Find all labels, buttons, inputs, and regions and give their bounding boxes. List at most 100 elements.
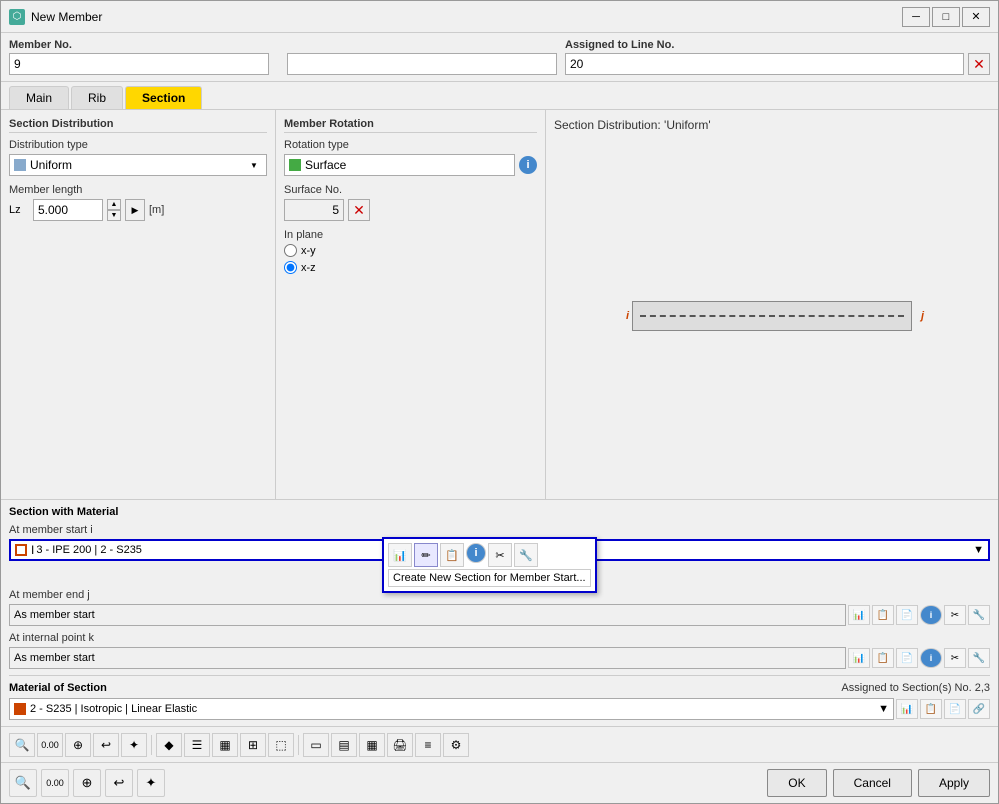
- lz-down-button[interactable]: ▼: [107, 210, 121, 221]
- window-controls: ─ □ ✕: [902, 7, 990, 27]
- toolbar-value-button[interactable]: 0.00: [37, 733, 63, 757]
- lz-row: Lz ▲ ▼ ▶ [m]: [9, 199, 267, 221]
- popup-cut-button[interactable]: ✂: [488, 543, 512, 567]
- apply-button[interactable]: Apply: [918, 769, 990, 797]
- surface-no-input[interactable]: [284, 199, 344, 221]
- mat-reassign-button[interactable]: 🔗: [968, 699, 990, 719]
- rotation-type-value: Surface: [305, 158, 346, 172]
- toolbar-star-button[interactable]: ✦: [121, 733, 147, 757]
- popup-settings-button[interactable]: 🔧: [514, 543, 538, 567]
- end-cut-button[interactable]: ✂: [944, 605, 966, 625]
- at-internal-toolbar: 📊 📋 📄 i ✂ 🔧: [848, 648, 990, 668]
- material-dropdown[interactable]: 2 - S235 | Isotropic | Linear Elastic ▼: [9, 698, 894, 720]
- action-value-button[interactable]: 0.00: [41, 769, 69, 797]
- lz-up-button[interactable]: ▲: [107, 199, 121, 210]
- radio-xz[interactable]: x-z: [284, 261, 537, 274]
- section-distribution-header: Section Distribution: [9, 118, 267, 133]
- at-start-input-group: I 3 - IPE 200 | 2 - S235 ▼ 📊 ✏ 📋 i ✂ 🔧: [9, 539, 990, 561]
- action-left-icons: 🔍 0.00 ⊕ ↩ ✦: [9, 769, 165, 797]
- toolbar-line-button[interactable]: ▭: [303, 733, 329, 757]
- toolbar-rect-button[interactable]: ⬚: [268, 733, 294, 757]
- bottom-toolbar: 🔍 0.00 ⊕ ↩ ✦ ◆ ☰ ▦ ⊞ ⬚ ▭ ▤ ▦ 🖨 ≡ ⚙: [1, 726, 998, 762]
- at-start-dropdown-arrow: ▼: [973, 544, 984, 556]
- main-content: Section Distribution Distribution type U…: [1, 110, 998, 499]
- int-cut-button[interactable]: ✂: [944, 648, 966, 668]
- at-internal-dropdown[interactable]: As member start: [9, 647, 846, 669]
- rotation-info-button[interactable]: i: [519, 156, 537, 174]
- toolbar-print-button[interactable]: 🖨: [387, 733, 413, 757]
- toolbar-undo-button[interactable]: ↩: [93, 733, 119, 757]
- maximize-button[interactable]: □: [932, 7, 960, 27]
- mat-copy-button[interactable]: 📋: [920, 699, 942, 719]
- lz-label: Lz: [9, 204, 29, 216]
- rotation-color-swatch: [289, 159, 301, 171]
- end-copy-button[interactable]: 📋: [872, 605, 894, 625]
- minimize-button[interactable]: ─: [902, 7, 930, 27]
- popup-copy-button[interactable]: 📋: [440, 543, 464, 567]
- window-title: New Member: [31, 10, 896, 24]
- toolbar-pattern-button[interactable]: ▦: [359, 733, 385, 757]
- tab-rib[interactable]: Rib: [71, 86, 123, 109]
- toolbar-menu-button[interactable]: ≡: [415, 733, 441, 757]
- toolbar-grid-button[interactable]: ▦: [212, 733, 238, 757]
- ok-button[interactable]: OK: [767, 769, 826, 797]
- tab-section[interactable]: Section: [125, 86, 202, 109]
- end-settings-button[interactable]: 🔧: [968, 605, 990, 625]
- assigned-line-label: Assigned to Line No.: [565, 39, 990, 51]
- radio-xy-input[interactable]: [284, 244, 297, 257]
- surface-no-group: Surface No. ✕: [284, 184, 537, 221]
- toolbar-list-button[interactable]: ☰: [184, 733, 210, 757]
- popup-section-table-button[interactable]: 📊: [388, 543, 412, 567]
- delete-line-button[interactable]: ✕: [968, 53, 990, 75]
- radio-xz-input[interactable]: [284, 261, 297, 274]
- left-panel: Section Distribution Distribution type U…: [1, 110, 276, 499]
- popup-new-section-button[interactable]: ✏: [414, 543, 438, 567]
- radio-xy[interactable]: x-y: [284, 244, 537, 257]
- lz-spinners: ▲ ▼: [107, 199, 121, 221]
- toolbar-diamond-button[interactable]: ◆: [156, 733, 182, 757]
- section-with-material: Section with Material At member start i …: [9, 506, 990, 669]
- lz-next-button[interactable]: ▶: [125, 199, 145, 221]
- toolbar-add-button[interactable]: ⊕: [65, 733, 91, 757]
- at-end-dropdown[interactable]: As member start: [9, 604, 846, 626]
- member-no-input[interactable]: [9, 53, 269, 75]
- int-table-button[interactable]: 📊: [848, 648, 870, 668]
- mat-table-button[interactable]: 📊: [896, 699, 918, 719]
- rotation-type-group: Rotation type Surface i: [284, 139, 537, 176]
- in-plane-group: In plane x-y x-z: [284, 229, 537, 274]
- int-info-button[interactable]: i: [920, 648, 942, 668]
- toolbar-table-button[interactable]: ▤: [331, 733, 357, 757]
- action-star-button[interactable]: ✦: [137, 769, 165, 797]
- tab-main[interactable]: Main: [9, 86, 69, 109]
- node-j-label: j: [921, 310, 924, 322]
- distribution-color-swatch: [14, 159, 26, 171]
- dropdown-inner: Uniform: [14, 158, 246, 172]
- int-settings-button[interactable]: 🔧: [968, 648, 990, 668]
- action-node-button[interactable]: ⊕: [73, 769, 101, 797]
- section-dist-diagram-label: Section Distribution: 'Uniform': [554, 118, 990, 132]
- toolbar-settings-button[interactable]: ⚙: [443, 733, 469, 757]
- toolbar-box-button[interactable]: ⊞: [240, 733, 266, 757]
- toolbar-zoom-button[interactable]: 🔍: [9, 733, 35, 757]
- dropdown-arrow-icon: ▼: [246, 157, 262, 173]
- end-table-button[interactable]: 📊: [848, 605, 870, 625]
- middle-input[interactable]: [287, 53, 557, 75]
- line-no-input[interactable]: [565, 53, 964, 75]
- int-paste-button[interactable]: 📄: [896, 648, 918, 668]
- beam-dashed-line: [640, 315, 904, 317]
- close-button[interactable]: ✕: [962, 7, 990, 27]
- mat-paste-button[interactable]: 📄: [944, 699, 966, 719]
- lz-input[interactable]: [33, 199, 103, 221]
- main-window: ⬡ New Member ─ □ ✕ Member No. Assigned t…: [0, 0, 999, 804]
- surface-delete-button[interactable]: ✕: [348, 199, 370, 221]
- end-paste-button[interactable]: 📄: [896, 605, 918, 625]
- action-search-button[interactable]: 🔍: [9, 769, 37, 797]
- int-copy-button[interactable]: 📋: [872, 648, 894, 668]
- rotation-type-dropdown[interactable]: Surface: [284, 154, 515, 176]
- tooltip-label: Create New Section for Member Start...: [388, 569, 591, 587]
- end-info-button[interactable]: i: [920, 605, 942, 625]
- cancel-button[interactable]: Cancel: [833, 769, 912, 797]
- action-refresh-button[interactable]: ↩: [105, 769, 133, 797]
- popup-info-button[interactable]: i: [466, 543, 486, 563]
- distribution-type-dropdown[interactable]: Uniform ▼: [9, 154, 267, 176]
